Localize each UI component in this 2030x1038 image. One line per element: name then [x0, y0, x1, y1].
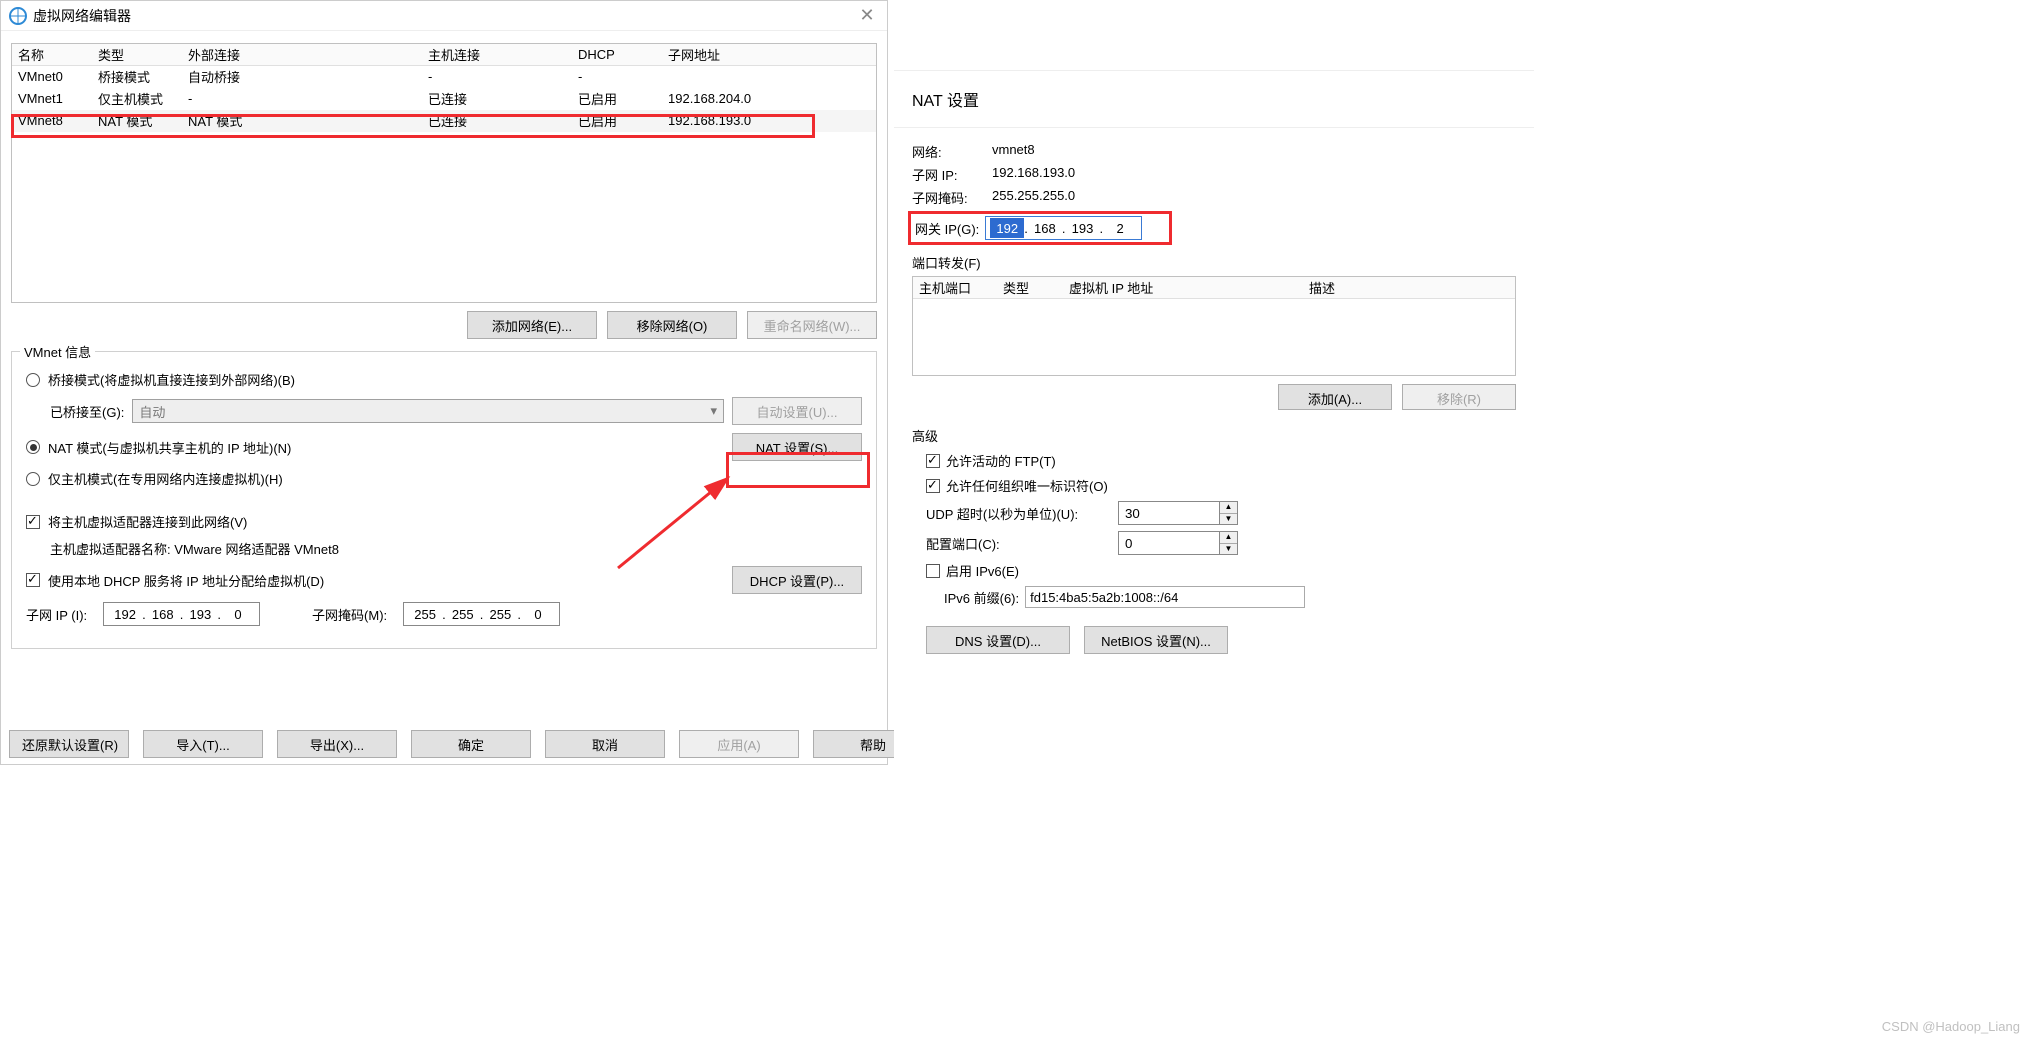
col-host[interactable]: 主机连接 — [428, 45, 578, 64]
gateway-row-highlight: 网关 IP(G): . . . — [908, 211, 1172, 245]
group-title: VMnet 信息 — [20, 342, 95, 361]
gateway-ip-input[interactable]: . . . — [985, 216, 1142, 240]
bridged-to-row: 已桥接至(G): 自动 ▾ 自动设置(U)... — [50, 397, 862, 425]
virtual-network-editor-window: 虚拟网络编辑器 ✕ 名称 类型 外部连接 主机连接 DHCP 子网地址 VMne… — [0, 0, 888, 765]
value: vmnet8 — [992, 142, 1035, 161]
nat-title: NAT 设置 — [894, 70, 1534, 128]
netbios-settings-button[interactable]: NetBIOS 设置(N)... — [1084, 626, 1228, 654]
col-ext[interactable]: 外部连接 — [188, 45, 428, 64]
col-hostport[interactable]: 主机端口 — [913, 278, 1003, 297]
nat-settings-button[interactable]: NAT 设置(S)... — [732, 433, 862, 461]
checkbox-on-icon[interactable] — [26, 515, 40, 529]
chevron-down-icon: ▾ — [710, 403, 717, 419]
list-row-selected[interactable]: VMnet8 NAT 模式 NAT 模式 已连接 已启用 192.168.193… — [12, 110, 876, 132]
dhcp-row[interactable]: 使用本地 DHCP 服务将 IP 地址分配给虚拟机(D) DHCP 设置(P).… — [26, 566, 862, 594]
radio-icon[interactable] — [26, 373, 40, 387]
dhcp-settings-button[interactable]: DHCP 设置(P)... — [732, 566, 862, 594]
subnet-row: 子网 IP (I): . . . 子网掩码(M): . . . — [26, 602, 862, 626]
export-button[interactable]: 导出(X)... — [277, 730, 397, 758]
dhcp-label: 使用本地 DHCP 服务将 IP 地址分配给虚拟机(D) — [48, 571, 324, 590]
spinner-icon[interactable]: ▲▼ — [1219, 502, 1237, 524]
vmnet-info-group: VMnet 信息 桥接模式(将虚拟机直接连接到外部网络)(B) 已桥接至(G):… — [11, 351, 877, 649]
label: 网络: — [912, 142, 992, 161]
label: 子网掩码: — [912, 188, 992, 207]
adapter-name: 主机虚拟适配器名称: VMware 网络适配器 VMnet8 — [50, 539, 339, 558]
subnet-ip-input[interactable]: . . . — [103, 602, 260, 626]
checkbox-icon[interactable] — [926, 564, 940, 578]
ipv6-prefix-row: IPv6 前缀(6): — [944, 586, 1516, 608]
list-row[interactable]: VMnet1 仅主机模式 - 已连接 已启用 192.168.204.0 — [12, 88, 876, 110]
oui-row[interactable]: 允许任何组织唯一标识符(O) — [926, 476, 1516, 495]
udp-timeout-row: UDP 超时(以秒为单位)(U): ▲▼ — [926, 501, 1516, 525]
col-dhcp[interactable]: DHCP — [578, 47, 668, 62]
adapter-name-row: 主机虚拟适配器名称: VMware 网络适配器 VMnet8 — [50, 539, 862, 558]
bridged-to-select: 自动 ▾ — [132, 399, 724, 423]
cfg-port-row: 配置端口(C): ▲▼ — [926, 531, 1516, 555]
checkbox-on-icon[interactable] — [926, 479, 940, 493]
gateway-label: 网关 IP(G): — [915, 219, 979, 238]
cfg-port-input[interactable]: ▲▼ — [1118, 531, 1238, 555]
cancel-button[interactable]: 取消 — [545, 730, 665, 758]
subnet-mask-label: 子网掩码(M): — [312, 605, 387, 624]
col-type[interactable]: 类型 — [1003, 278, 1069, 297]
globe-icon — [9, 7, 27, 25]
list-row[interactable]: VMnet0 桥接模式 自动桥接 - - — [12, 66, 876, 88]
port-forward-table[interactable]: 主机端口 类型 虚拟机 IP 地址 描述 — [912, 276, 1516, 376]
pf-remove-button: 移除(R) — [1402, 384, 1516, 410]
mode-host-label: 仅主机模式(在专用网络内连接虚拟机)(H) — [48, 469, 283, 488]
host-adapter-row[interactable]: 将主机虚拟适配器连接到此网络(V) — [26, 512, 862, 531]
mode-bridge-label: 桥接模式(将虚拟机直接连接到外部网络)(B) — [48, 370, 295, 389]
network-buttons: 添加网络(E)... 移除网络(O) 重命名网络(W)... — [1, 311, 877, 339]
dns-settings-button[interactable]: DNS 设置(D)... — [926, 626, 1070, 654]
nat-settings-window: NAT 设置 网络:vmnet8 子网 IP:192.168.193.0 子网掩… — [894, 70, 1534, 770]
col-name[interactable]: 名称 — [12, 45, 98, 64]
pf-add-button[interactable]: 添加(A)... — [1278, 384, 1392, 410]
add-network-button[interactable]: 添加网络(E)... — [467, 311, 597, 339]
checkbox-on-icon[interactable] — [926, 454, 940, 468]
ipv6-enable-row[interactable]: 启用 IPv6(E) — [926, 561, 1516, 580]
rename-network-button: 重命名网络(W)... — [747, 311, 877, 339]
window-title: 虚拟网络编辑器 — [33, 6, 855, 26]
dialog-buttons: 还原默认设置(R) 导入(T)... 导出(X)... 确定 取消 应用(A) … — [9, 730, 933, 758]
col-sub[interactable]: 子网地址 — [668, 45, 876, 64]
pf-header: 主机端口 类型 虚拟机 IP 地址 描述 — [913, 277, 1515, 299]
mode-nat-row[interactable]: NAT 模式(与虚拟机共享主机的 IP 地址)(N) NAT 设置(S)... — [26, 433, 862, 461]
network-list[interactable]: 名称 类型 外部连接 主机连接 DHCP 子网地址 VMnet0 桥接模式 自动… — [11, 43, 877, 303]
subnet-ip-label: 子网 IP (I): — [26, 605, 87, 624]
restore-defaults-button[interactable]: 还原默认设置(R) — [9, 730, 129, 758]
label: 子网 IP: — [912, 165, 992, 184]
value: 192.168.193.0 — [992, 165, 1075, 184]
mode-host-row[interactable]: 仅主机模式(在专用网络内连接虚拟机)(H) — [26, 469, 862, 488]
titlebar: 虚拟网络编辑器 ✕ — [1, 1, 887, 31]
mode-bridge-row[interactable]: 桥接模式(将虚拟机直接连接到外部网络)(B) — [26, 370, 862, 389]
port-forward-title: 端口转发(F) — [912, 253, 1516, 272]
remove-network-button[interactable]: 移除网络(O) — [607, 311, 737, 339]
subnet-mask-input[interactable]: . . . — [403, 602, 560, 626]
port-forward-buttons: 添加(A)... 移除(R) — [912, 384, 1516, 410]
list-header: 名称 类型 外部连接 主机连接 DHCP 子网地址 — [12, 44, 876, 66]
spinner-icon[interactable]: ▲▼ — [1219, 532, 1237, 554]
watermark: CSDN @Hadoop_Liang — [1882, 1019, 2020, 1034]
col-desc[interactable]: 描述 — [1309, 278, 1515, 297]
udp-timeout-input[interactable]: ▲▼ — [1118, 501, 1238, 525]
mode-nat-label: NAT 模式(与虚拟机共享主机的 IP 地址)(N) — [48, 438, 291, 457]
nat-bottom-buttons: DNS 设置(D)... NetBIOS 设置(N)... — [926, 626, 1516, 654]
col-vmip[interactable]: 虚拟机 IP 地址 — [1069, 278, 1309, 297]
close-icon[interactable]: ✕ — [855, 5, 879, 26]
bridged-to-label: 已桥接至(G): — [50, 402, 124, 421]
radio-on-icon[interactable] — [26, 440, 40, 454]
col-type[interactable]: 类型 — [98, 45, 188, 64]
host-adapter-label: 将主机虚拟适配器连接到此网络(V) — [48, 512, 247, 531]
radio-icon[interactable] — [26, 472, 40, 486]
ftp-row[interactable]: 允许活动的 FTP(T) — [926, 451, 1516, 470]
import-button[interactable]: 导入(T)... — [143, 730, 263, 758]
apply-button: 应用(A) — [679, 730, 799, 758]
advanced-title: 高级 — [912, 426, 1516, 445]
ok-button[interactable]: 确定 — [411, 730, 531, 758]
checkbox-on-icon[interactable] — [26, 573, 40, 587]
value: 255.255.255.0 — [992, 188, 1075, 207]
auto-settings-button: 自动设置(U)... — [732, 397, 862, 425]
ipv6-prefix-input[interactable] — [1025, 586, 1305, 608]
